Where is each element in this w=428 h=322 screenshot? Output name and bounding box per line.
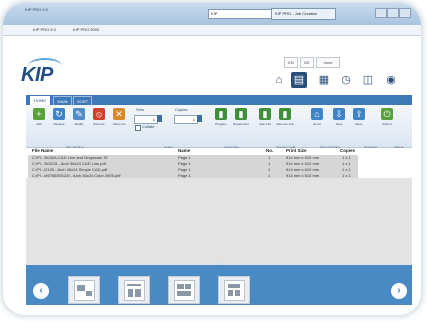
tool-label: Department [233, 122, 249, 126]
tool-remove-icon: ⦸ [93, 108, 105, 120]
page-thumbnail[interactable] [218, 276, 250, 304]
tool-add-icon: + [33, 108, 45, 120]
tool-home-icon: ⌂ [311, 108, 323, 120]
close-window-button[interactable] [399, 8, 411, 18]
tool-label: Save [335, 122, 343, 126]
tool-modify-icon: ✎ [73, 108, 85, 120]
previous-page-button[interactable]: ‹ [33, 283, 49, 299]
scan-icon[interactable]: ▦ [316, 72, 332, 88]
tool-label: Store [355, 122, 363, 126]
tool-remove-button[interactable]: ⦸ Remove [90, 108, 108, 126]
tool-label: Home [312, 122, 321, 126]
favorites-bar: KIP PRO 9.0 KIP PRO 9000 [3, 25, 421, 36]
lang-more-dropdown[interactable]: more [316, 57, 340, 68]
collate-label: Collate [142, 124, 155, 129]
column-header-print-size[interactable]: Print Size [286, 148, 307, 153]
column-header-no[interactable]: No. [266, 148, 273, 153]
tool-alter-list-button[interactable]: ▮ Alter List [256, 108, 274, 126]
browser-active-tab[interactable]: KIP PRO - Job Creation [271, 8, 336, 20]
copies-input[interactable]: 1 [174, 115, 198, 124]
tool-department-button[interactable]: ▮ Department [232, 108, 250, 126]
tool-submit-icon: ⏻ [381, 108, 393, 120]
tool-department-icon: ▮ [235, 108, 247, 120]
next-page-button[interactable]: › [391, 283, 407, 299]
tool-replace-icon: ↻ [53, 108, 65, 120]
column-header-name[interactable]: Name [178, 148, 190, 153]
tool-submit-button[interactable]: ⏻ Submit [378, 108, 396, 126]
tool-home-button[interactable]: ⌂ Home [308, 108, 326, 126]
group-label-accounting: Accounting [224, 145, 239, 149]
tool-label: Alter List [259, 122, 271, 126]
favorite-link-2[interactable]: KIP PRO 9000 [73, 27, 99, 32]
minimize-button[interactable] [375, 8, 387, 18]
ribbon-tab-bar: HOME MAIN SORT [26, 95, 412, 107]
tool-label: Submit [382, 122, 392, 126]
globe-icon[interactable]: ◉ [383, 72, 399, 88]
ribbon-toolbar: + Add ↻ Replace ✎ Modify ⦸ Remove ✕ Clear List Se… [26, 105, 412, 149]
tool-label: Program [215, 122, 227, 126]
thumbnail-drawing [224, 280, 245, 301]
sets-input[interactable]: 1 [134, 115, 158, 124]
copy-icon[interactable]: ◫ [360, 72, 376, 88]
browser-titlebar: KIP PRO 9.0 KIP KIP PRO - Job Creation [3, 3, 421, 25]
maximize-button[interactable] [387, 8, 399, 18]
tool-label: Replace [53, 122, 65, 126]
copies-label: Copies [175, 107, 188, 112]
tool-alter-list-icon: ▮ [259, 108, 271, 120]
group-label-copies: Copies [164, 145, 174, 149]
sets-label: Sets [136, 107, 145, 112]
browser-tab-left[interactable]: KIP PRO 9.0 [25, 7, 48, 12]
copies-stepper[interactable] [197, 115, 202, 122]
tool-clear-list-icon: ✕ [113, 108, 125, 120]
tool-label: Add [36, 122, 42, 126]
tool-clear-list-button[interactable]: ✕ Clear List [110, 108, 128, 126]
thumbnail-drawing [124, 280, 145, 301]
tool-program-button[interactable]: ▮ Program [212, 108, 230, 126]
sets-stepper[interactable] [157, 115, 162, 122]
tool-label: Remove Job [276, 122, 294, 126]
thumbnail-drawing [74, 280, 95, 301]
clock-icon[interactable]: ◷ [338, 72, 354, 88]
tool-label: Modify [74, 122, 84, 126]
tool-save-button[interactable]: ⇩ Save [330, 108, 348, 126]
group-label-stored-printing: Stored Printing [320, 145, 340, 149]
page-thumbnail[interactable] [168, 276, 200, 304]
group-label-submit: Submit [394, 145, 404, 149]
group-label-templates: Templates [364, 145, 378, 149]
kip-logo: KIP [21, 64, 53, 86]
tool-replace-button[interactable]: ↻ Replace [50, 108, 68, 126]
column-header-file-name[interactable]: File Name [32, 148, 53, 153]
favorite-link-1[interactable]: KIP PRO 9.0 [33, 27, 56, 32]
column-header-copies[interactable]: Copies [340, 148, 355, 153]
group-label-file-handling: File Handling [66, 145, 84, 149]
lang-button-en[interactable]: EN [284, 57, 298, 68]
tool-store-icon: ⇪ [353, 108, 365, 120]
collate-checkbox[interactable] [135, 125, 141, 131]
tool-modify-button[interactable]: ✎ Modify [70, 108, 88, 126]
tool-program-icon: ▮ [215, 108, 227, 120]
tool-add-button[interactable]: + Add [30, 108, 48, 126]
home-icon[interactable]: ⌂ [271, 72, 287, 88]
tool-save-icon: ⇩ [333, 108, 345, 120]
printer-icon[interactable]: ▤ [291, 72, 307, 88]
page-thumbnail[interactable] [118, 276, 150, 304]
thumbnail-drawing [174, 280, 195, 301]
tool-label: Remove [93, 122, 105, 126]
lang-button-de[interactable]: DE [300, 57, 314, 68]
page-thumbnail[interactable] [68, 276, 100, 304]
tool-store-button[interactable]: ⇪ Store [350, 108, 368, 126]
tool-remove-job-button[interactable]: ▮ Remove Job [276, 108, 294, 126]
tab-home[interactable]: HOME [30, 96, 50, 105]
address-bar[interactable]: KIP [208, 9, 272, 19]
tool-label: Clear List [112, 122, 126, 126]
job-list-empty-area [26, 178, 412, 265]
tool-remove-job-icon: ▮ [279, 108, 291, 120]
